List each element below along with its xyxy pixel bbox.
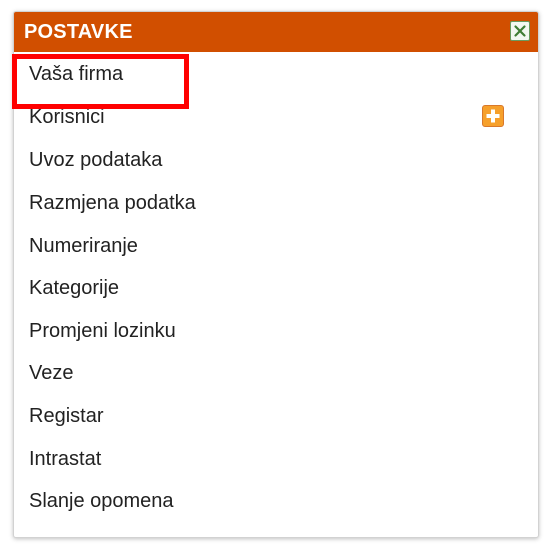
- menu-item-kategorije[interactable]: Kategorije: [14, 268, 538, 308]
- menu-item-label: Kategorije: [29, 277, 120, 299]
- close-button[interactable]: [510, 21, 530, 41]
- menu-item-razmjena-podatka[interactable]: Razmjena podatka: [14, 183, 538, 223]
- panel-header: POSTAVKE: [14, 12, 538, 52]
- add-icon: [486, 109, 500, 123]
- menu-item-slanje-opomena[interactable]: Slanje opomena: [14, 481, 538, 521]
- menu-item-label: Korisnici: [29, 106, 105, 128]
- menu-item-label: Razmjena podatka: [29, 192, 196, 214]
- menu-item-numeriranje[interactable]: Numeriranje: [14, 226, 538, 266]
- menu-item-label: Uvoz podataka: [29, 149, 163, 171]
- settings-panel: POSTAVKE Vaša firma Korisnici Uvoz podat…: [13, 11, 539, 538]
- menu-item-registar[interactable]: Registar: [14, 396, 538, 436]
- close-icon: [514, 25, 526, 37]
- menu-item-label: Numeriranje: [29, 235, 138, 257]
- menu-item-label: Registar: [29, 405, 104, 427]
- add-user-button[interactable]: [482, 105, 504, 127]
- menu-item-label: Vaša firma: [29, 63, 124, 85]
- menu-item-uvoz-podataka[interactable]: Uvoz podataka: [14, 140, 538, 180]
- menu-item-vasa-firma[interactable]: Vaša firma: [14, 54, 538, 94]
- menu-item-promjeni-lozinku[interactable]: Promjeni lozinku: [14, 311, 538, 351]
- menu-item-label: Veze: [29, 362, 74, 384]
- menu-item-label: Slanje opomena: [29, 490, 174, 512]
- menu-item-intrastat[interactable]: Intrastat: [14, 439, 538, 479]
- menu-item-label: Promjeni lozinku: [29, 320, 176, 342]
- menu-item-korisnici[interactable]: Korisnici: [14, 97, 538, 137]
- panel-title: POSTAVKE: [24, 21, 133, 43]
- menu-item-label: Intrastat: [29, 448, 102, 470]
- menu-item-veze[interactable]: Veze: [14, 353, 538, 393]
